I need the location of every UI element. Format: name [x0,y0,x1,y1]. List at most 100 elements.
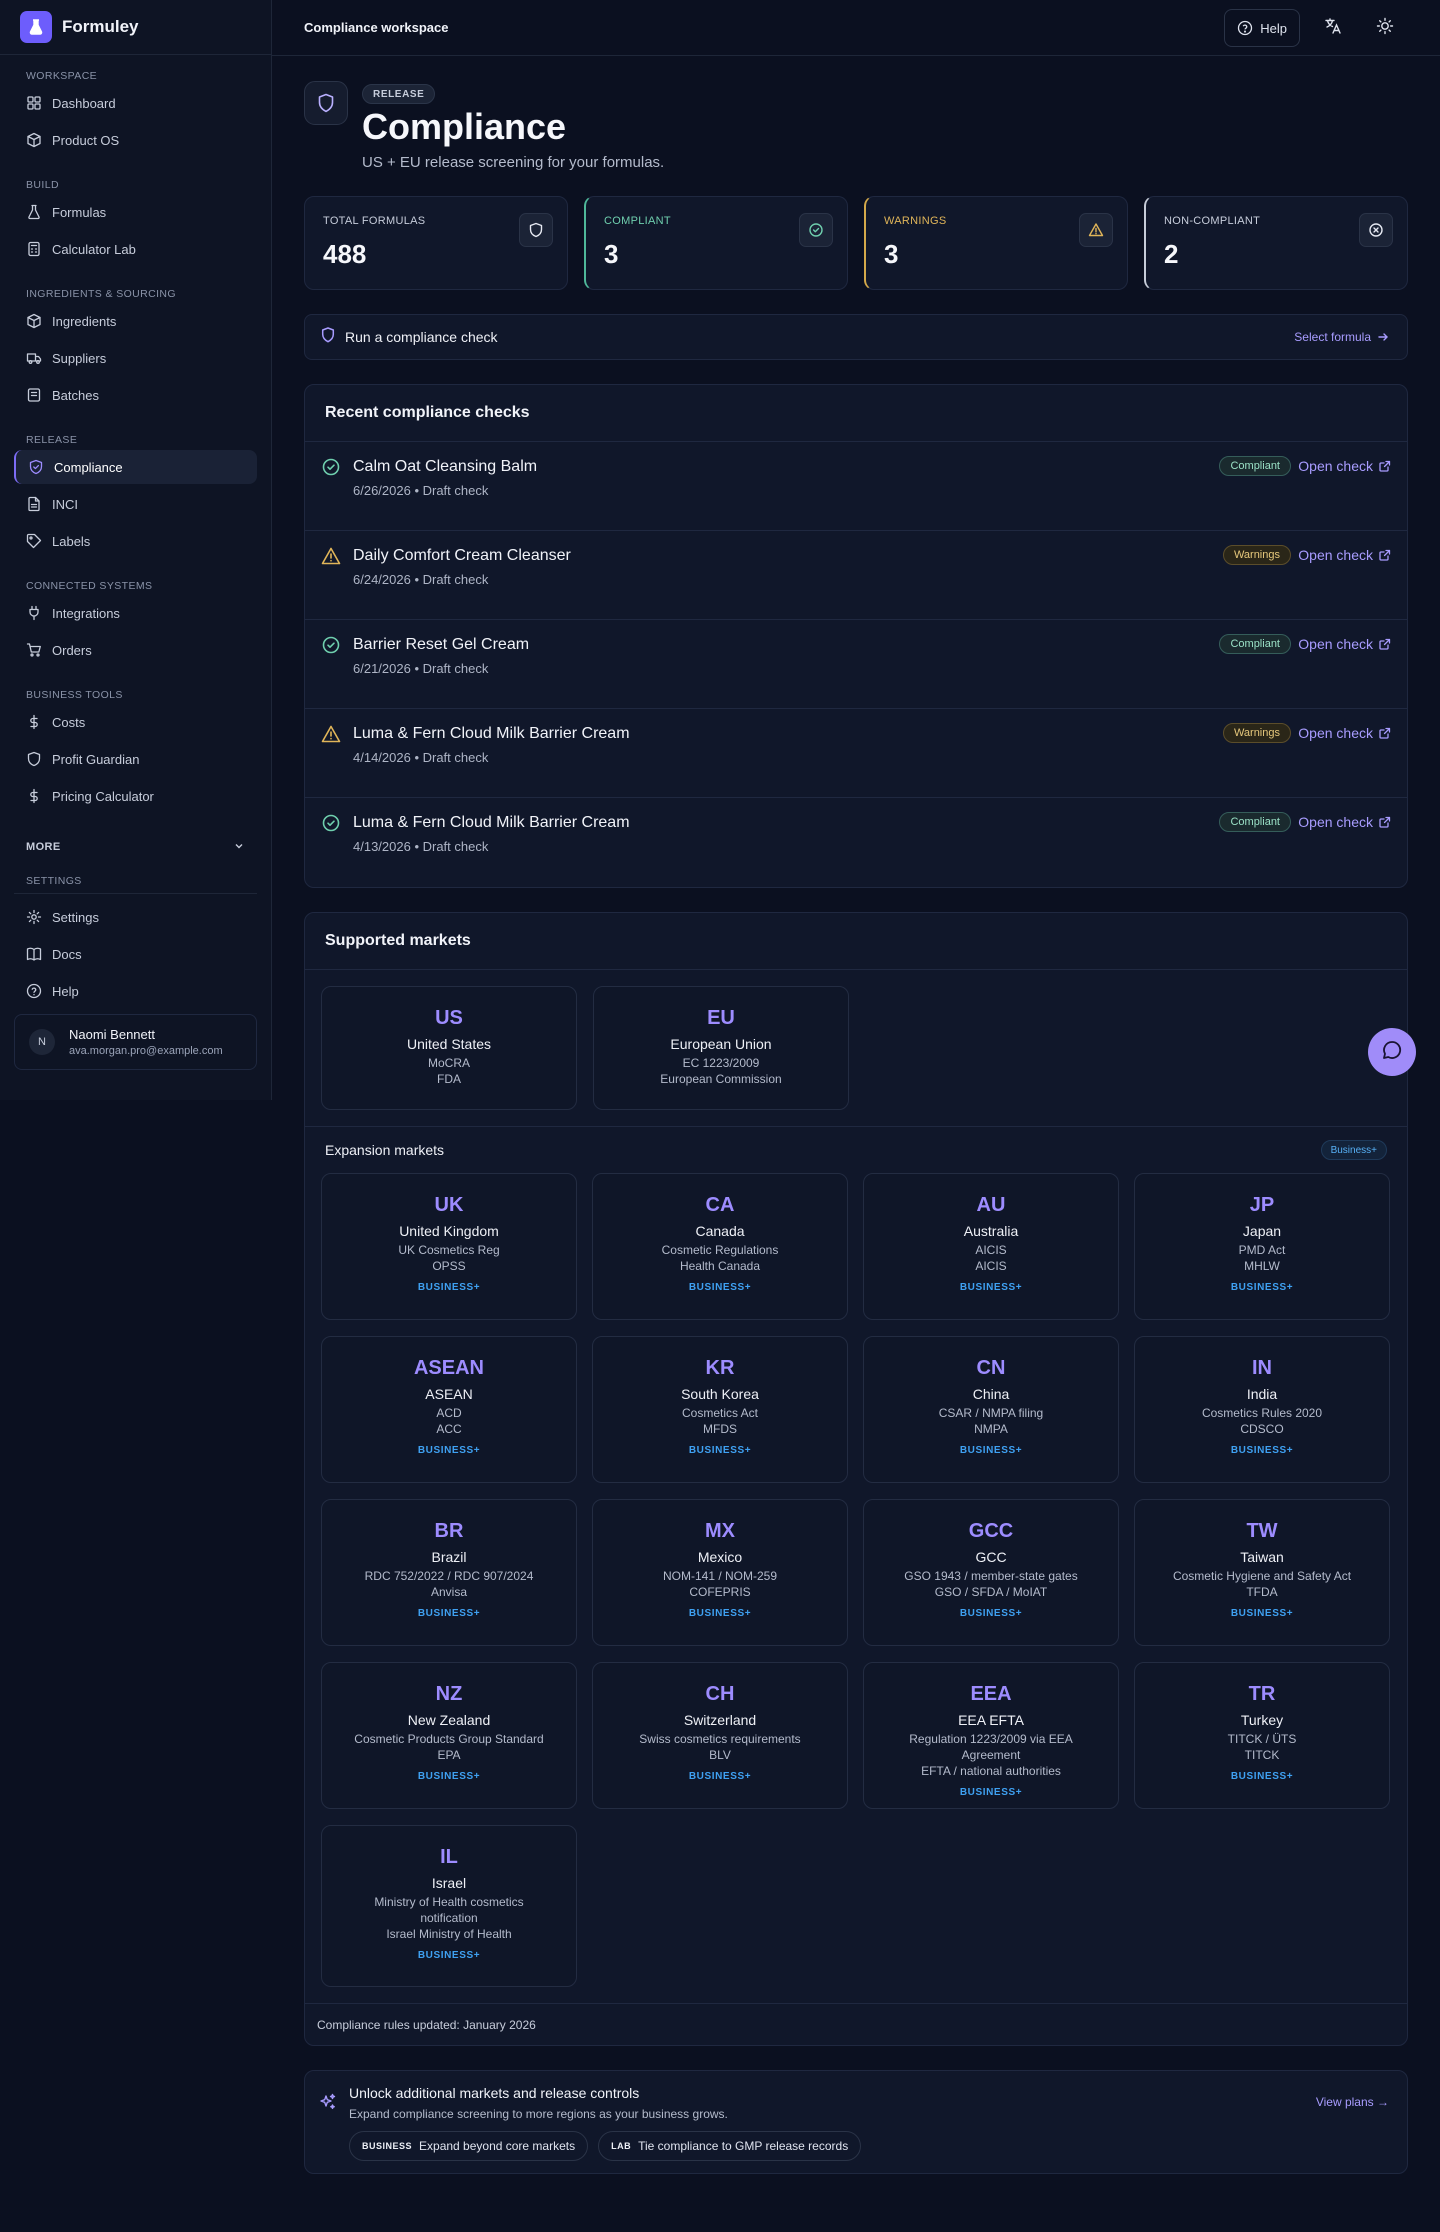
sidebar-item-dashboard[interactable]: Dashboard [14,86,257,120]
shield-icon [519,213,553,247]
tier-label: BUSINESS+ [417,1950,481,1961]
brand[interactable]: Formuley [0,0,271,55]
sidebar-item-integrations[interactable]: Integrations [14,596,257,630]
market-regulation: GSO 1943 / member-state gates [904,1569,1078,1583]
status-badge: Warnings [1222,545,1291,565]
avatar: N [29,1029,55,1055]
market-regulation: Agreement [961,1748,1021,1762]
sidebar-item-label: Labels [52,533,91,549]
open-check-link[interactable]: Open check [1298,636,1391,652]
market-name: Mexico [697,1549,743,1565]
sidebar-item-docs[interactable]: Docs [14,937,257,971]
run-check-label: Run a compliance check [345,329,498,345]
check-formula-name: Daily Comfort Cream Cleanser [353,547,571,564]
run-compliance-check[interactable]: Run a compliance check Select formula [304,314,1408,360]
market-name: GCC [975,1549,1007,1565]
upsell-chip[interactable]: LAB Tie compliance to GMP release records [598,2131,862,2161]
upsell-subtitle: Expand compliance screening to more regi… [349,2107,728,2121]
market-card-eu: EU European Union EC 1223/2009 European Com… [593,986,849,1110]
market-regulation: COFEPRIS [689,1585,751,1599]
market-regulation: Ministry of Health cosmetics [374,1895,524,1909]
stat-value: 2 [1164,239,1179,269]
market-name: Turkey [1240,1712,1284,1728]
page-title: Compliance [362,106,567,147]
sidebar-item-product-os[interactable]: Product OS [14,123,257,157]
market-code: CA [705,1194,735,1216]
market-regulation: OPSS [432,1259,466,1273]
sidebar-item-compliance[interactable]: Compliance [14,450,257,484]
stat-value: 3 [604,239,619,269]
open-check-label: Open check [1298,636,1373,652]
nav-section-title: INGREDIENTS & SOURCING [26,288,176,300]
sidebar-item-label: Help [52,983,79,999]
external-link-icon [1373,816,1391,828]
file-text-icon [26,496,42,512]
market-card-us: US United States MoCRA FDA [321,986,577,1110]
market-card-cn: CN China CSAR / NMPA filing NMPA BUSINESS+ [863,1336,1119,1483]
cart-icon [26,642,42,658]
language-button[interactable] [1314,9,1352,47]
tier-label: BUSINESS+ [1230,1282,1294,1293]
open-check-link[interactable]: Open check [1298,547,1391,563]
open-check-link[interactable]: Open check [1298,725,1391,741]
open-check-link[interactable]: Open check [1298,814,1391,830]
sidebar-item-labels[interactable]: Labels [14,524,257,558]
package-icon [26,387,42,403]
check-formula-name: Barrier Reset Gel Cream [353,636,530,653]
market-name: ASEAN [425,1386,473,1402]
formuley-logo-icon [20,11,52,43]
theme-toggle-button[interactable] [1366,9,1404,47]
recent-checks-panel: Recent compliance checks Calm Oat Cleans… [304,384,1408,888]
sidebar-item-ingredients[interactable]: Ingredients [14,304,257,338]
market-regulation: BLV [709,1748,731,1762]
nav-section-title: RELEASE [26,434,78,446]
select-formula-link[interactable]: Select formula [1294,330,1389,344]
view-plans-link[interactable]: View plans → [1316,2095,1389,2109]
market-card-ch: CH Switzerland Swiss cosmetics requirement… [592,1662,848,1809]
sidebar-item-costs[interactable]: Costs [14,705,257,739]
market-regulation: Health Canada [679,1259,761,1273]
sidebar-item-formulas[interactable]: Formulas [14,195,257,229]
market-regulation: EPA [437,1748,461,1762]
market-regulation: UK Cosmetics Reg [398,1243,500,1257]
market-code: EEA [970,1683,1012,1705]
open-check-label: Open check [1298,458,1373,474]
market-name: India [1246,1386,1278,1402]
tier-label: BUSINESS+ [688,1608,752,1619]
user-name: Naomi Bennett [69,1027,155,1042]
market-code: MX [705,1520,735,1542]
market-code: ASEAN [413,1357,484,1379]
market-regulation: Cosmetic Products Group Standard [354,1732,544,1746]
help-button[interactable]: Help [1224,9,1300,47]
sidebar-item-batches[interactable]: Batches [14,378,257,412]
sidebar-item-settings[interactable]: Settings [14,900,257,934]
sidebar-item-help[interactable]: Help [14,974,257,1008]
sidebar-item-orders[interactable]: Orders [14,633,257,667]
more-toggle[interactable]: MORE [14,829,257,865]
chat-button[interactable] [1368,1028,1416,1076]
box-icon [26,132,42,148]
stat-label: NON-COMPLIANT [1164,215,1261,227]
upsell-chip[interactable]: BUSINESS Expand beyond core markets [349,2131,589,2161]
flask-icon [26,204,42,220]
sidebar-item-suppliers[interactable]: Suppliers [14,341,257,375]
stat-card-noncompliant: NON-COMPLIANT 2 [1144,196,1408,290]
market-regulation: TITCK / ÜTS [1227,1732,1297,1746]
market-name: China [972,1386,1010,1402]
user-card[interactable]: N Naomi Bennett ava.morgan.pro@example.com [14,1014,257,1070]
check-row: Luma & Fern Cloud Milk Barrier Cream 4/14… [305,709,1407,798]
status-badge: Warnings [1222,723,1291,743]
tier-label: BUSINESS+ [417,1282,481,1293]
market-regulation: Cosmetic Regulations [661,1243,779,1257]
nav-section-title: BUILD [26,179,59,191]
market-regulation: AICIS [975,1259,1007,1273]
open-check-link[interactable]: Open check [1298,458,1391,474]
sidebar-item-inci[interactable]: INCI [14,487,257,521]
sidebar-item-pricing-calculator[interactable]: Pricing Calculator [14,779,257,813]
market-regulation: notification [420,1911,478,1925]
check-formula-name: Calm Oat Cleansing Balm [353,458,538,475]
expansion-markets-grid: UK United Kingdom UK Cosmetics Reg OPSS BUSI… [305,1173,1407,2003]
sidebar-item-calculator-lab[interactable]: Calculator Lab [14,232,257,266]
status-badge: Compliant [1219,456,1291,476]
sidebar-item-profit-guardian[interactable]: Profit Guardian [14,742,257,776]
